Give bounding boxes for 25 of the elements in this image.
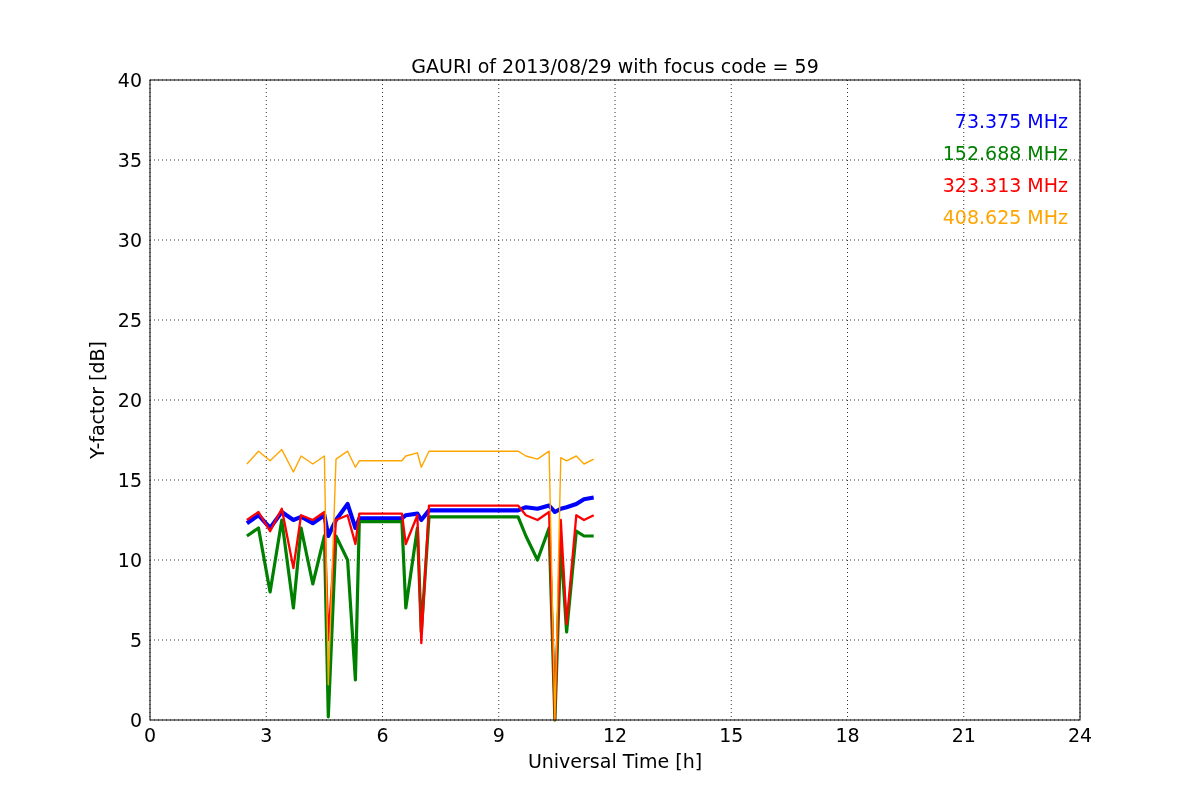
tick-label: 3 [260, 724, 273, 746]
tick-label: 15 [117, 469, 142, 491]
tick-label: 35 [117, 149, 142, 171]
tick-label: 18 [835, 724, 860, 746]
legend-entry: 323.313 MHz [942, 174, 1068, 196]
axis-label: Universal Time [h] [527, 750, 703, 772]
axis-label: Y-factor [dB] [86, 341, 108, 459]
tick-label: 30 [117, 229, 142, 251]
tick-label: 9 [492, 724, 505, 746]
tick-label: 10 [117, 549, 142, 571]
tick-label: 6 [376, 724, 389, 746]
legend-entry: 73.375 MHz [954, 110, 1068, 132]
tick-label: 24 [1067, 724, 1093, 746]
tick-label: 0 [129, 709, 142, 731]
tick-label: 40 [117, 69, 142, 91]
chart-title: GAURI of 2013/08/29 with focus code = 59 [411, 55, 819, 77]
legend-entry: 408.625 MHz [942, 206, 1068, 228]
tick-label: 15 [719, 724, 744, 746]
tick-label: 25 [117, 309, 142, 331]
tick-label: 0 [143, 724, 157, 746]
tick-label: 20 [117, 389, 142, 411]
tick-label: 5 [129, 629, 142, 651]
tick-label: 21 [951, 724, 976, 746]
legend-entry: 152.688 MHz [942, 142, 1068, 164]
tick-label: 12 [602, 724, 628, 746]
